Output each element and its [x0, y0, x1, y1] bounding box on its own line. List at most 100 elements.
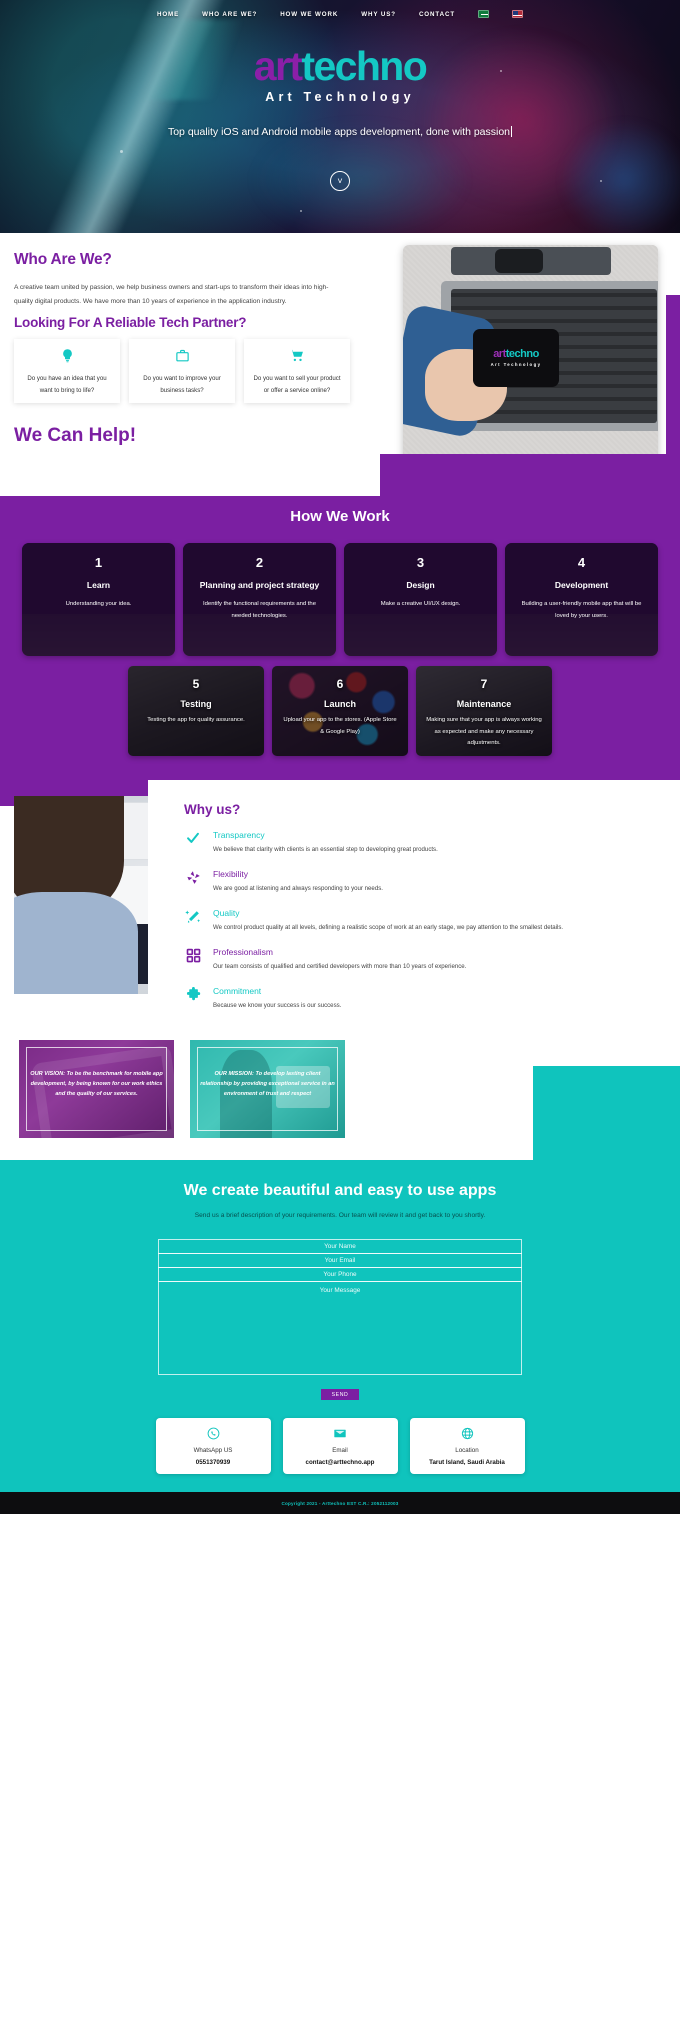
why-us-item-title: Commitment [213, 985, 262, 996]
contact-form[interactable]: SEND [158, 1239, 522, 1400]
vision-mission-section: OUR VISION: To be the benchmark for mobi… [0, 1032, 680, 1160]
why-us-item-desc: Our team consists of qualified and certi… [213, 962, 467, 970]
phone-logo-art: art [493, 348, 506, 360]
message-textarea[interactable] [158, 1281, 522, 1375]
why-us-item-flexibility: Flexibility We are good at listening and… [184, 869, 668, 895]
person-shirt [14, 892, 138, 994]
why-us-item-commitment: Commitment Because we know your success … [184, 986, 668, 1012]
step-title: Development [554, 580, 609, 590]
envelope-icon [333, 1427, 347, 1442]
main-navigation[interactable]: HOME WHO ARE WE? HOW WE WORK WHY US? CON… [0, 0, 680, 22]
smartwatch-face [495, 249, 543, 273]
contact-card-whatsapp[interactable]: WhatsApp US 0551370939 [155, 1418, 271, 1474]
contact-card-label: Location [455, 1446, 479, 1454]
question-card-business[interactable]: Do you want to improve your business tas… [129, 339, 235, 403]
saudi-arabia-flag-icon[interactable] [478, 10, 490, 18]
vision-text: OUR VISION: To be the benchmark for mobi… [30, 1071, 163, 1097]
step-number: 4 [577, 555, 586, 570]
steps-row-secondary: 5 Testing Testing the app for quality as… [0, 666, 680, 756]
nav-item-who-are-we[interactable]: WHO ARE WE? [202, 11, 257, 18]
whatsapp-icon [207, 1427, 220, 1442]
phone-logo-techno: techno [505, 348, 540, 360]
why-us-item-title: Transparency [213, 830, 265, 840]
step-title: Testing [180, 699, 212, 709]
puzzle-piece-icon [184, 986, 202, 1012]
contact-card-email[interactable]: Email contact@arttechno.app [282, 1418, 398, 1474]
question-card-text: Do you want to improve your business tas… [143, 375, 221, 395]
step-number: 6 [336, 677, 344, 691]
hero-laptop-photo: arttechno Art Technology [403, 245, 658, 477]
why-us-item-professionalism: Professionalism Our team consists of qua… [184, 947, 668, 973]
phone-logo-tagline: Art Technology [490, 362, 542, 367]
hero-section: HOME WHO ARE WE? HOW WE WORK WHY US? CON… [0, 0, 680, 233]
step-title: Maintenance [456, 699, 512, 709]
briefcase-icon [175, 348, 190, 366]
we-can-help-heading: We Can Help! [14, 425, 137, 446]
why-us-item-title: Quality [213, 907, 240, 918]
step-card-design: 3 Design Make a creative UI/UX design. [344, 543, 497, 656]
who-are-we-intro: A creative team united by passion, we he… [14, 284, 329, 306]
step-description: Building a user-friendly mobile app that… [521, 601, 642, 619]
steps-row-primary: 1 Learn Understanding your idea. 2 Plann… [0, 543, 680, 656]
contact-card-value: contact@arttechno.app [305, 1458, 375, 1466]
nav-item-why-us[interactable]: WHY US? [361, 11, 396, 18]
step-number: 7 [480, 677, 488, 691]
step-title: Learn [86, 580, 111, 590]
contact-cards: WhatsApp US 0551370939 Email contact@art… [0, 1418, 680, 1474]
name-input[interactable] [158, 1239, 522, 1254]
why-us-item-desc: Because we know your success is our succ… [213, 1001, 342, 1009]
hero-subtitle-wrapper: Top quality iOS and Android mobile apps … [120, 122, 560, 143]
why-us-panel: Why us? Transparency We believe that cla… [148, 780, 680, 1032]
send-button[interactable]: SEND [321, 1389, 359, 1400]
logo-art-text: art [253, 43, 303, 89]
step-number: 2 [255, 555, 264, 570]
brand-logo: arttechno Art Technology [0, 46, 680, 105]
logo-tagline: Art Technology [265, 90, 415, 104]
contact-section: We create beautiful and easy to use apps… [0, 1160, 680, 1492]
step-card-planning: 2 Planning and project strategy Identify… [183, 543, 336, 656]
shopping-cart-icon [289, 348, 305, 366]
nav-item-how-we-work[interactable]: HOW WE WORK [280, 11, 338, 18]
step-card-testing: 5 Testing Testing the app for quality as… [128, 666, 264, 756]
question-card-ecommerce[interactable]: Do you want to sell your product or offe… [244, 339, 350, 403]
question-card-text: Do you want to sell your product or offe… [253, 375, 341, 395]
question-card-text: Do you have an idea that you want to bri… [27, 375, 107, 395]
why-us-item-quality: Quality We control product quality at al… [184, 908, 668, 934]
how-we-work-section: How We Work 1 Learn Understanding your i… [0, 496, 680, 780]
why-us-item-desc: We believe that clarity with clients is … [213, 846, 438, 853]
step-description: Upload your app to the stores. (Apple St… [283, 717, 397, 735]
mission-card: OUR MISSION: To develop lasting client r… [190, 1040, 345, 1138]
purple-accent-wedge [380, 454, 680, 496]
phone-input[interactable] [158, 1267, 522, 1282]
tech-partner-heading: Looking For A Reliable Tech Partner? [14, 315, 247, 330]
who-are-we-heading: Who Are We? [14, 251, 112, 268]
why-us-list: Transparency We believe that clarity wit… [184, 830, 668, 1024]
phone-logo: arttechno [493, 349, 539, 360]
question-card-idea[interactable]: Do you have an idea that you want to bri… [14, 339, 120, 403]
nav-item-home[interactable]: HOME [157, 11, 179, 18]
vision-card: OUR VISION: To be the benchmark for mobi… [19, 1040, 174, 1138]
step-description: Testing the app for quality assurance. [147, 717, 245, 723]
united-kingdom-flag-icon[interactable] [512, 10, 524, 18]
scroll-down-button[interactable]: ˅ [330, 171, 350, 191]
step-description: Identify the functional requirements and… [203, 601, 316, 619]
why-us-item-title: Flexibility [213, 868, 248, 879]
contact-subtitle: Send us a brief description of your requ… [194, 1212, 486, 1219]
hero-spark [120, 150, 123, 153]
teal-accent-wedge [533, 1066, 680, 1160]
contact-card-label: Email [332, 1446, 348, 1454]
contact-card-location[interactable]: Location Tarut Island, Saudi Arabia [409, 1418, 525, 1474]
logo-wordmark: arttechno [0, 46, 680, 87]
why-us-section: Why us? Transparency We believe that cla… [0, 780, 680, 1032]
magic-wand-icon [184, 908, 202, 934]
contact-card-label: WhatsApp US [193, 1446, 233, 1454]
email-input[interactable] [158, 1253, 522, 1268]
how-we-work-heading: How We Work [290, 508, 390, 525]
globe-icon [461, 1427, 474, 1442]
step-title: Design [406, 580, 435, 590]
step-description: Make a creative UI/UX design. [380, 601, 461, 608]
hero-spark [300, 210, 302, 212]
nav-item-contact[interactable]: CONTACT [419, 11, 455, 18]
why-us-heading: Why us? [184, 802, 241, 817]
contact-card-value: Tarut Island, Saudi Arabia [429, 1458, 505, 1466]
